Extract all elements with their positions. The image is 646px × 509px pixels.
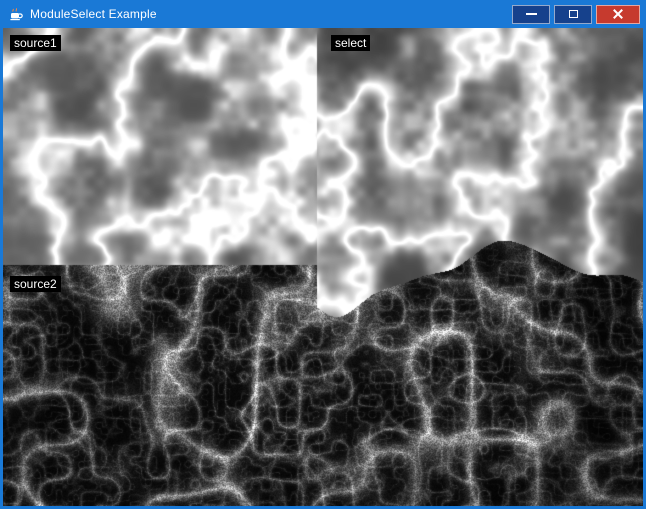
minimize-button[interactable]	[512, 5, 550, 24]
label-source2: source2	[10, 276, 61, 292]
caption-buttons	[512, 5, 646, 24]
close-icon	[612, 8, 624, 20]
app-window: ModuleSelect Example source1 select sour…	[0, 0, 646, 509]
close-button[interactable]	[596, 5, 640, 24]
window-title: ModuleSelect Example	[30, 7, 157, 21]
noise-render-canvas	[3, 28, 643, 506]
label-select: select	[331, 35, 370, 51]
java-cup-icon	[8, 6, 24, 22]
label-source1: source1	[10, 35, 61, 51]
minimize-icon	[526, 13, 537, 15]
render-area: source1 select source2	[3, 28, 643, 506]
maximize-button[interactable]	[554, 5, 592, 24]
maximize-icon	[569, 10, 578, 18]
titlebar[interactable]: ModuleSelect Example	[0, 0, 646, 28]
